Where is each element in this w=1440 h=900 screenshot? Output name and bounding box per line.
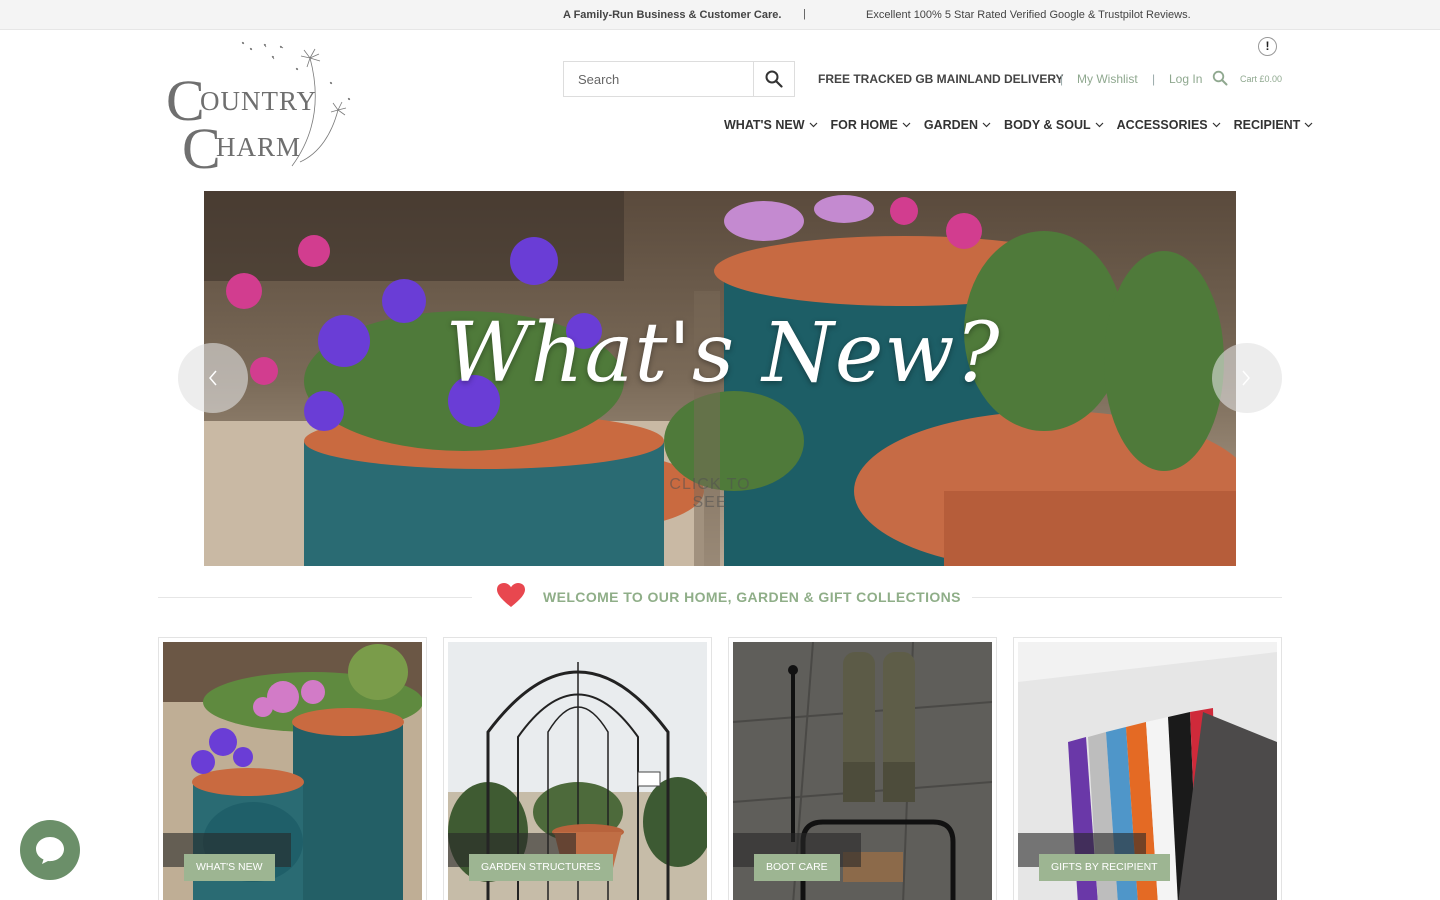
announcement-family-run: A Family-Run Business & Customer Care. xyxy=(563,9,782,21)
nav-accessories[interactable]: ACCESSORIES xyxy=(1117,118,1221,132)
chevron-down-icon xyxy=(1212,122,1221,128)
nav-garden[interactable]: GARDEN xyxy=(924,118,991,132)
nav-label: RECIPIENT xyxy=(1233,118,1301,132)
category-card-gifts-by-recipient[interactable]: GIFTS BY RECIPIENT xyxy=(1013,637,1282,900)
utility-separator: | xyxy=(1152,72,1156,86)
category-card-garden-structures[interactable]: GARDEN STRUCTURES xyxy=(443,637,712,900)
nav-label: ACCESSORIES xyxy=(1116,118,1208,132)
heart-icon xyxy=(497,583,525,607)
nav-label: GARDEN xyxy=(923,118,979,132)
nav-recipient[interactable]: RECIPIENT xyxy=(1234,118,1314,132)
live-chat-button[interactable] xyxy=(20,820,80,880)
header-search-toggle[interactable] xyxy=(1212,70,1228,91)
search-box xyxy=(563,61,795,97)
chevron-left-icon xyxy=(209,370,217,386)
announcement-bar: A Family-Run Business & Customer Care. |… xyxy=(0,0,1440,30)
nav-body-and-soul[interactable]: BODY & SOUL xyxy=(1004,118,1104,132)
hero-title-text: What's New? xyxy=(445,306,1001,401)
search-icon xyxy=(765,70,783,88)
chevron-down-icon xyxy=(982,122,991,128)
search-input[interactable] xyxy=(564,62,754,96)
free-delivery-notice: FREE TRACKED GB MAINLAND DELIVERY xyxy=(818,72,1064,86)
category-card-boot-care[interactable]: BOOT CARE xyxy=(728,637,997,900)
alert-badge[interactable]: ! xyxy=(1258,37,1277,56)
chevron-down-icon xyxy=(1095,122,1104,128)
nav-whats-new[interactable]: WHAT'S NEW xyxy=(724,118,818,132)
nav-label: BODY & SOUL xyxy=(1004,118,1091,132)
announcement-reviews: Excellent 100% 5 Star Rated Verified Goo… xyxy=(866,9,1191,21)
main-navigation: WHAT'S NEW FOR HOME GARDEN BODY & SOUL A… xyxy=(724,118,1326,132)
cart-link[interactable]: Cart £0.00 xyxy=(1240,74,1282,84)
search-icon xyxy=(1212,70,1228,86)
hero-cta-button[interactable]: CLICK TO SEE xyxy=(650,476,770,512)
divider xyxy=(972,597,1282,598)
nav-for-home[interactable]: FOR HOME xyxy=(831,118,911,132)
welcome-heading: WELCOME TO OUR HOME, GARDEN & GIFT COLLE… xyxy=(543,589,961,605)
category-card-whats-new[interactable]: WHAT'S NEW xyxy=(158,637,427,900)
nav-label: FOR HOME xyxy=(830,118,898,132)
login-link[interactable]: Log In xyxy=(1169,72,1202,86)
search-button[interactable] xyxy=(753,62,794,96)
category-label[interactable]: BOOT CARE xyxy=(754,854,840,881)
logo-initial-c2: C xyxy=(182,116,221,181)
chevron-right-icon xyxy=(1242,370,1250,386)
chevron-down-icon xyxy=(902,122,911,128)
divider xyxy=(158,597,472,598)
chevron-down-icon xyxy=(809,122,817,128)
category-label[interactable]: WHAT'S NEW xyxy=(184,854,275,881)
carousel-next-button[interactable] xyxy=(1212,343,1282,413)
chat-bubble-icon xyxy=(36,837,64,864)
nav-label: WHAT'S NEW xyxy=(724,118,805,132)
logo-word-charm: HARM xyxy=(216,132,302,162)
announcement-separator: | xyxy=(803,8,806,20)
utility-separator: | xyxy=(1060,72,1064,86)
chevron-down-icon xyxy=(1304,122,1313,128)
carousel-prev-button[interactable] xyxy=(178,343,248,413)
logo-word-country: OUNTRY xyxy=(200,86,318,116)
category-label[interactable]: GIFTS BY RECIPIENT xyxy=(1039,854,1170,881)
category-label[interactable]: GARDEN STRUCTURES xyxy=(469,854,613,881)
wishlist-link[interactable]: My Wishlist xyxy=(1077,72,1138,86)
site-logo[interactable]: C OUNTRY C HARM xyxy=(160,38,360,178)
